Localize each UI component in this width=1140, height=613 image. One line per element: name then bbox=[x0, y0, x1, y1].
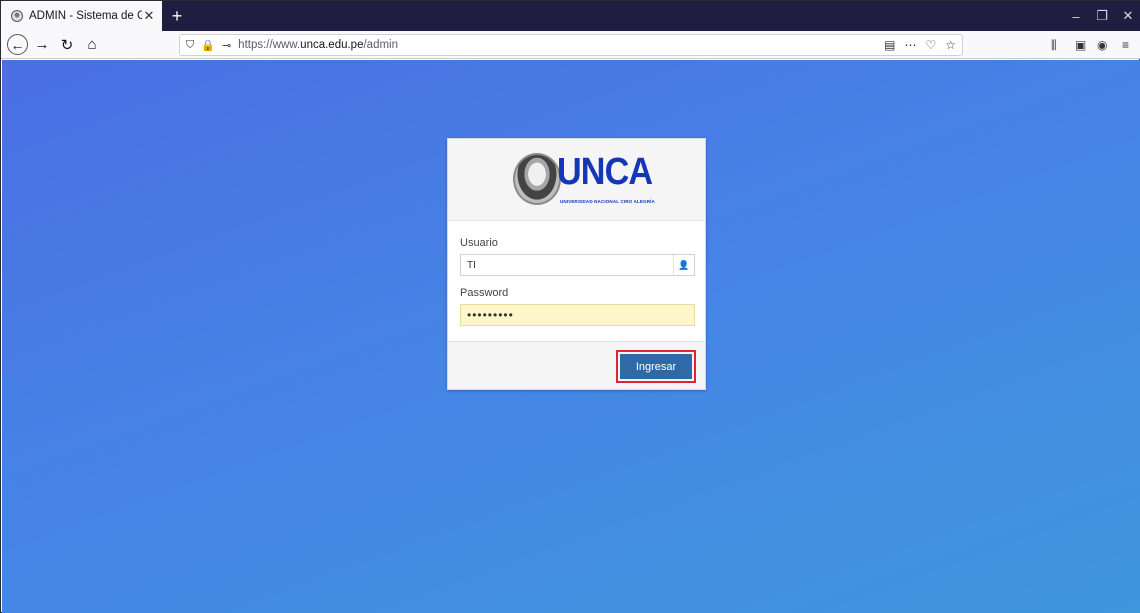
url-bar[interactable]: ⛉ 🔒 ⊸ https://www.unca.edu.pe/admin ▤ ⋯ … bbox=[179, 34, 963, 56]
user-icon: 👤 bbox=[673, 255, 694, 275]
back-arrow-icon[interactable]: ← bbox=[7, 34, 28, 55]
key-icon[interactable]: ⊸ bbox=[222, 39, 231, 52]
url-prefix: https://www. bbox=[238, 39, 301, 51]
login-box: UNCA UNIVERSIDAD NACIONAL CIRO ALEGRÍA U… bbox=[447, 138, 706, 390]
tab-admin[interactable]: ADMIN - Sistema de Gestion ✕ bbox=[1, 1, 162, 31]
close-window-icon[interactable]: ✕ bbox=[1115, 1, 1140, 31]
founder-portrait-seal-icon bbox=[513, 153, 561, 205]
user-field-wrap: 👤 bbox=[460, 254, 695, 276]
restore-icon[interactable]: ❐ bbox=[1089, 1, 1115, 31]
password-input[interactable] bbox=[461, 305, 671, 325]
pocket-icon[interactable]: ♡ bbox=[925, 38, 936, 52]
tab-bar-spacer bbox=[192, 1, 1063, 31]
login-header: UNCA UNIVERSIDAD NACIONAL CIRO ALEGRÍA bbox=[448, 139, 705, 221]
browser-window: ADMIN - Sistema de Gestion ✕ + – ❐ ✕ ← →… bbox=[0, 0, 1140, 613]
new-tab-button[interactable]: + bbox=[162, 1, 192, 31]
unca-logo: UNCA UNIVERSIDAD NACIONAL CIRO ALEGRÍA bbox=[513, 151, 655, 211]
more-actions-icon[interactable]: ⋯ bbox=[904, 38, 916, 52]
url-domain: unca.edu.pe bbox=[300, 39, 364, 51]
url-text: https://www.unca.edu.pe/admin bbox=[238, 39, 875, 51]
logo-word: UNCA bbox=[557, 151, 653, 193]
tab-title: ADMIN - Sistema de Gestion bbox=[29, 10, 142, 22]
ingresar-button[interactable]: Ingresar bbox=[620, 354, 692, 379]
tab-close-icon[interactable]: ✕ bbox=[142, 8, 156, 24]
shield-icon[interactable]: ⛉ bbox=[186, 39, 194, 52]
minimize-icon[interactable]: – bbox=[1063, 1, 1089, 31]
logo-subtitle: UNIVERSIDAD NACIONAL CIRO ALEGRÍA bbox=[560, 199, 655, 204]
login-footer: Ingresar bbox=[448, 341, 705, 389]
sidebar-icon[interactable]: ▣ bbox=[1075, 31, 1086, 59]
page-background: UNCA UNIVERSIDAD NACIONAL CIRO ALEGRÍA U… bbox=[2, 60, 1140, 613]
password-label: Password bbox=[460, 287, 509, 299]
forward-arrow-icon[interactable]: → bbox=[31, 34, 53, 56]
menu-icon[interactable]: ≡ bbox=[1122, 31, 1129, 59]
reload-icon[interactable]: ↻ bbox=[56, 34, 78, 56]
home-icon[interactable]: ⌂ bbox=[81, 34, 103, 56]
url-path: /admin bbox=[363, 39, 399, 51]
user-label: Usuario bbox=[460, 237, 498, 249]
tab-bar: ADMIN - Sistema de Gestion ✕ + – ❐ ✕ bbox=[1, 1, 1140, 31]
password-field-wrap bbox=[460, 304, 695, 326]
reader-view-icon[interactable]: ▤ bbox=[884, 38, 895, 52]
nav-bar: ← → ↻ ⌂ ⛉ 🔒 ⊸ https://www.unca.edu.pe/ad… bbox=[1, 31, 1140, 59]
library-icon[interactable]: ⫼ bbox=[1051, 31, 1057, 59]
account-icon[interactable]: ◉ bbox=[1097, 31, 1107, 59]
bookmark-star-icon[interactable]: ☆ bbox=[945, 38, 956, 52]
username-input[interactable] bbox=[461, 255, 671, 275]
login-form: Usuario 👤 Password bbox=[448, 221, 705, 326]
lock-icon[interactable]: 🔒 bbox=[201, 39, 215, 52]
unca-favicon-icon bbox=[11, 10, 23, 22]
submit-highlight: Ingresar bbox=[616, 350, 696, 383]
